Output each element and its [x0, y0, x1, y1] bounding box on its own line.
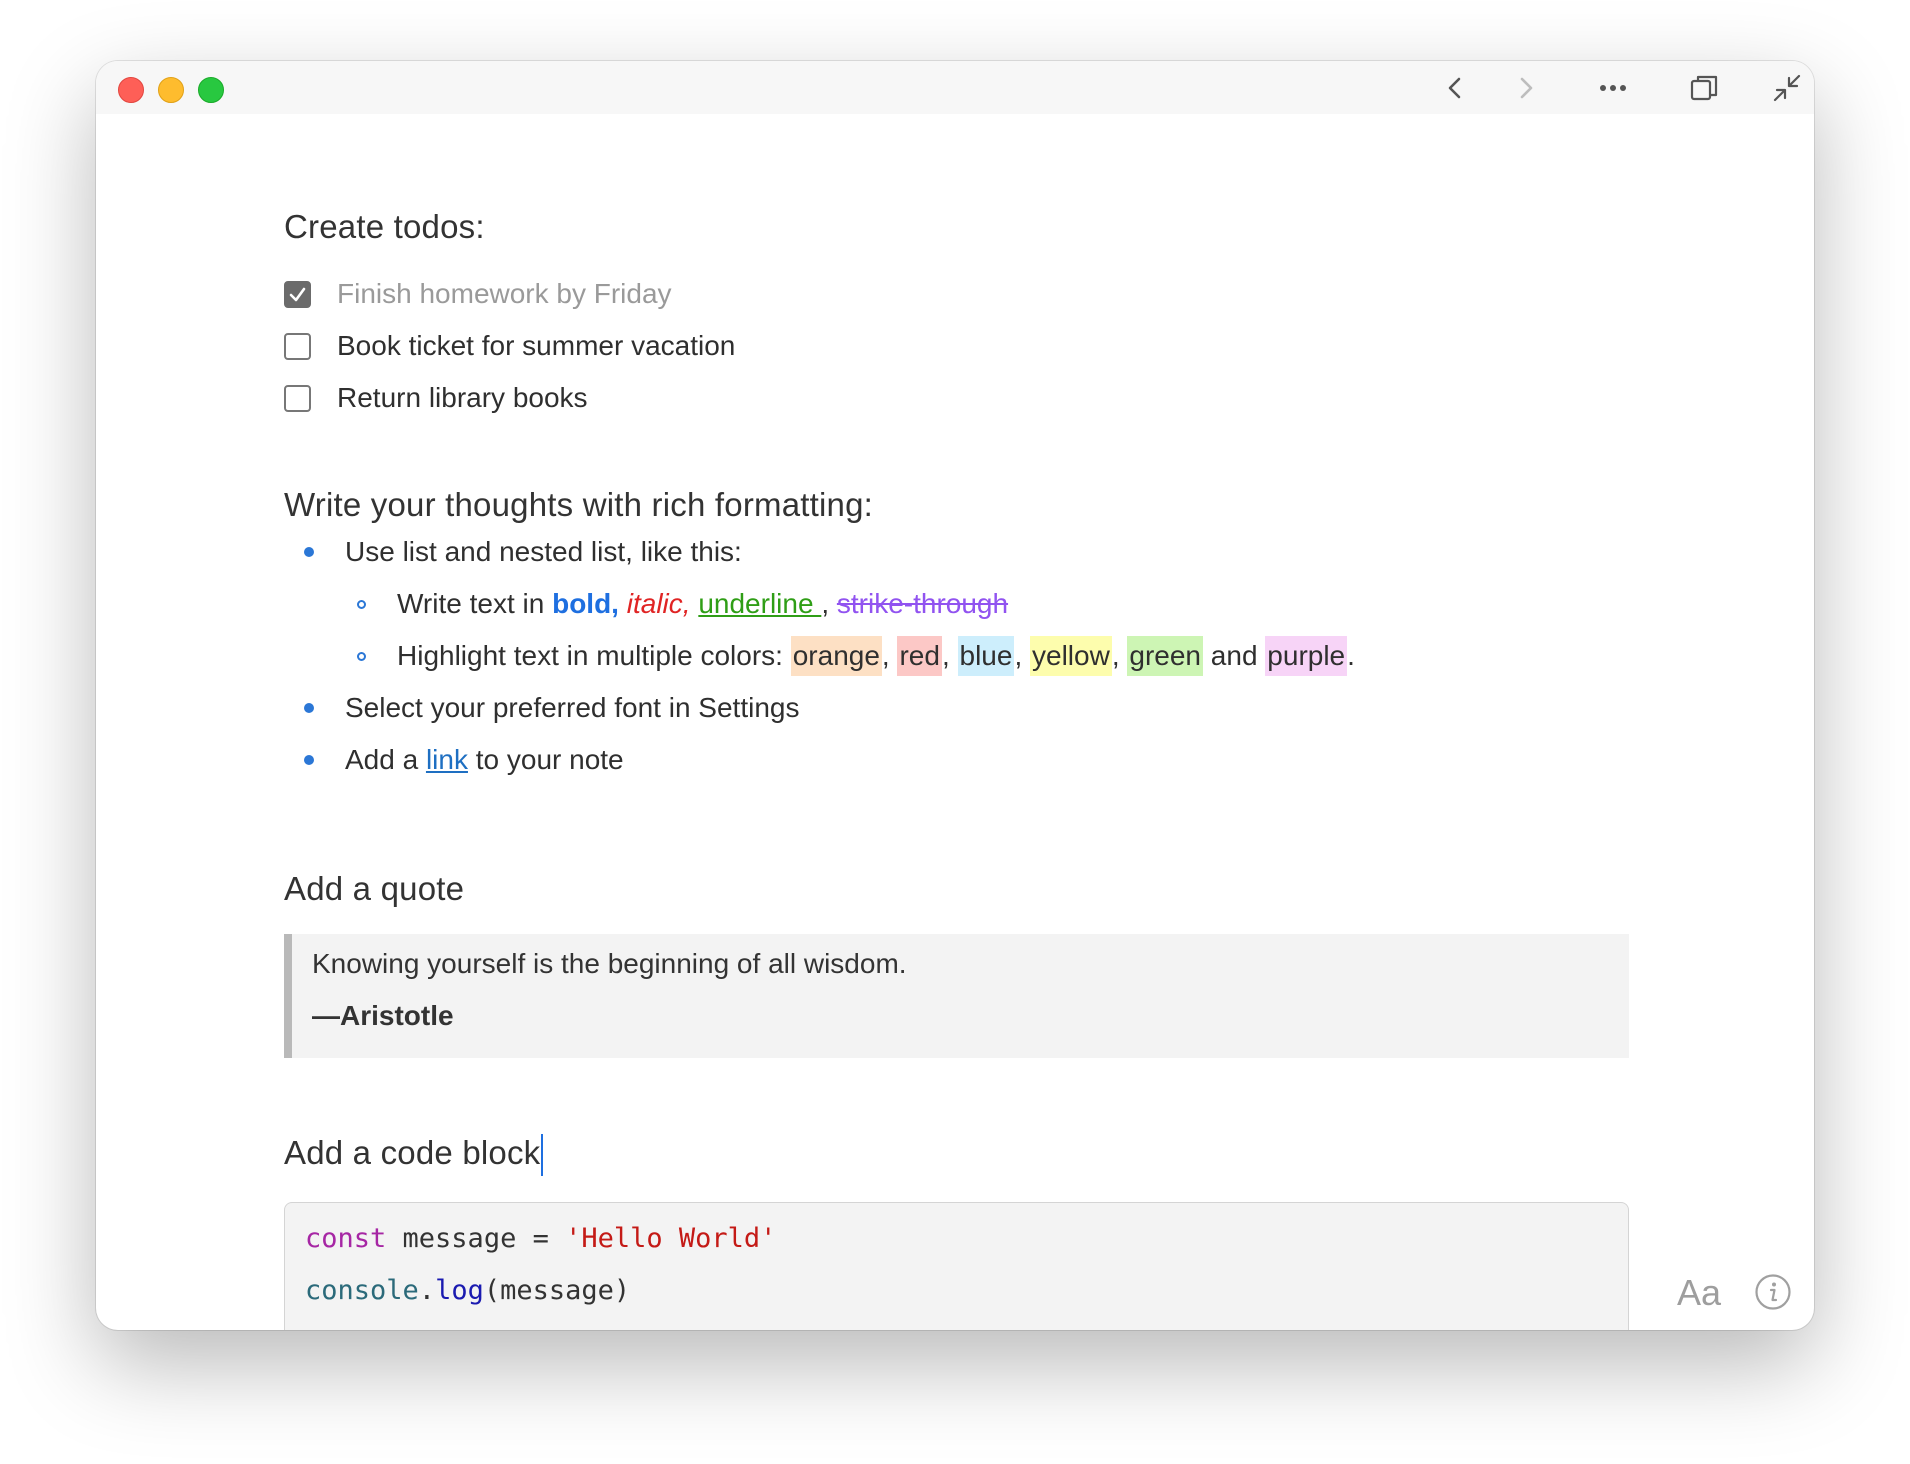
list-item-text: Write text in: [397, 588, 553, 619]
todo-label: Book ticket for summer vacation: [337, 330, 736, 361]
todo-item: Book ticket for summer vacation: [284, 326, 735, 366]
bullet-dot: [304, 755, 314, 765]
highlight-purple: purple: [1265, 636, 1348, 676]
rich-formatting-heading: Write your thoughts with rich formatting…: [284, 486, 873, 523]
info-icon[interactable]: [1754, 1273, 1792, 1311]
code-object: console: [305, 1275, 419, 1306]
code-string: 'Hello World': [565, 1223, 777, 1254]
list-item-text: Use list and nested list, like this:: [345, 536, 742, 567]
font-settings-button[interactable]: Aa: [1677, 1272, 1721, 1314]
and-text: and: [1203, 640, 1266, 671]
highlight-blue: blue: [957, 636, 1015, 676]
comma-text: ,: [821, 588, 830, 619]
nested-list-item: Write text in bold, italic, underline , …: [357, 584, 1008, 624]
highlight-yellow: yellow: [1030, 636, 1112, 676]
minimize-window-icon[interactable]: [1770, 71, 1804, 105]
italic-text: italic,: [626, 588, 691, 619]
strike-text: strike-through: [836, 588, 1009, 619]
todo-item: Finish homework by Friday: [284, 274, 672, 314]
todo-item: Return library books: [284, 378, 588, 418]
chevron-right-icon[interactable]: [1508, 71, 1542, 105]
separator-text: ,: [881, 640, 898, 671]
code-line: console.log(message): [305, 1275, 630, 1306]
bold-text: bold,: [552, 588, 619, 619]
note-editor[interactable]: Create todos: Finish homework by Friday …: [284, 114, 1629, 1330]
todo-label: Return library books: [337, 382, 588, 413]
separator-text: ,: [941, 640, 958, 671]
list-item: Select your preferred font in Settings: [304, 688, 799, 728]
period-text: .: [1347, 640, 1355, 671]
code-heading-text: Add a code block: [284, 1134, 541, 1171]
note-window: Create todos: Finish homework by Friday …: [96, 61, 1814, 1330]
list-item-text: Select your preferred font in Settings: [345, 692, 800, 723]
list-item-text: Highlight text in multiple colors:: [397, 640, 791, 671]
code-text: (message): [483, 1275, 631, 1306]
code-text: message =: [386, 1223, 566, 1254]
code-method: log: [435, 1275, 484, 1306]
text-cursor: [541, 1134, 544, 1177]
quote-heading: Add a quote: [284, 870, 465, 907]
separator-text: ,: [1014, 640, 1031, 671]
bullet-circle: [357, 651, 366, 661]
minimize-window-button[interactable]: [158, 77, 184, 103]
note-link[interactable]: link: [426, 744, 468, 776]
close-window-button[interactable]: [118, 77, 144, 103]
list-item: Add a link to your note: [304, 740, 624, 780]
nested-list-item: Highlight text in multiple colors: orang…: [357, 636, 1355, 676]
checkbox[interactable]: [284, 384, 311, 412]
quote-author: —Aristotle: [312, 1000, 454, 1031]
chevron-left-icon[interactable]: [1439, 71, 1473, 105]
quote-text: Knowing yourself is the beginning of all…: [312, 948, 907, 979]
todos-heading: Create todos:: [284, 208, 485, 245]
code-text: .: [418, 1275, 436, 1306]
highlight-green: green: [1127, 636, 1204, 676]
list-item-text: to your note: [467, 744, 624, 775]
todo-label: Finish homework by Friday: [337, 278, 672, 309]
list-item: Use list and nested list, like this:: [304, 532, 742, 572]
checkbox-checked[interactable]: [284, 280, 311, 308]
separator-text: ,: [1111, 640, 1128, 671]
code-block[interactable]: const message = 'Hello World' console.lo…: [284, 1202, 1629, 1330]
code-heading: Add a code block: [284, 1134, 544, 1177]
bullet-circle: [357, 599, 366, 609]
underline-text: underline: [698, 588, 822, 619]
maximize-window-button[interactable]: [198, 77, 224, 103]
bullet-dot: [304, 547, 314, 557]
title-bar: [96, 61, 1814, 114]
highlight-orange: orange: [790, 636, 882, 676]
code-keyword: const: [305, 1223, 387, 1254]
list-item-text: Add a: [345, 744, 426, 775]
duplicate-icon[interactable]: [1687, 71, 1721, 105]
highlight-red: red: [897, 636, 942, 676]
blockquote: Knowing yourself is the beginning of all…: [284, 934, 1629, 1058]
more-icon[interactable]: [1596, 71, 1630, 105]
bullet-dot: [304, 703, 314, 713]
code-line: const message = 'Hello World': [305, 1223, 776, 1254]
checkbox[interactable]: [284, 332, 311, 360]
